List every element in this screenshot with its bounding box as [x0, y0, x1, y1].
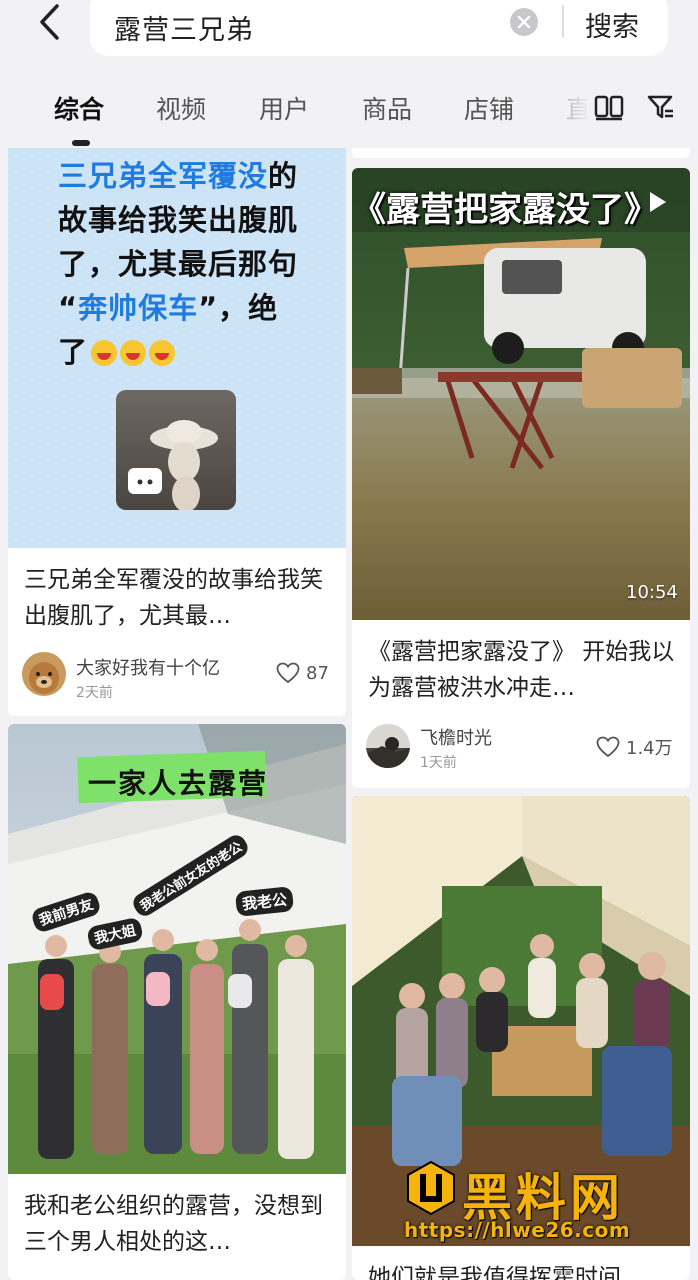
video-caption-text: 《露营把家露没了》	[352, 190, 658, 230]
like-button[interactable]: 87	[276, 662, 329, 684]
laughing-emoji-icon	[120, 340, 147, 366]
card-title[interactable]: 《露营把家露没了》 开始我以为露营被洪水冲走…	[368, 634, 676, 706]
card-cover-image: 《露营把家露没了》 10:54	[352, 168, 690, 620]
chevron-left-icon	[40, 4, 59, 40]
card-cover-image: 三兄弟全军覆没的 故事给我笑出腹肌 了，尤其最后那句 “奔帅保车”，绝 了	[8, 148, 346, 548]
search-submit-button[interactable]: 搜索	[585, 5, 639, 44]
avatar[interactable]	[366, 724, 410, 768]
tab-fade	[558, 78, 598, 138]
tab-users[interactable]: 用户	[259, 90, 309, 126]
search-box[interactable]: 露营三兄弟 搜索	[90, 0, 668, 56]
like-count: 87	[306, 662, 329, 684]
tab-video[interactable]: 视频	[156, 90, 206, 126]
heart-icon	[276, 662, 300, 684]
card-title[interactable]: 我和老公组织的露营，没想到三个男人相处的这…	[24, 1188, 332, 1260]
search-divider	[562, 5, 564, 37]
card-title[interactable]: 她们就是我值得挥霍时间	[368, 1260, 676, 1280]
card-cover-image: 一家人去露营 我前男友 我大姐 我老公前女友的老公 我老公	[8, 724, 346, 1174]
previous-card-bottom	[352, 148, 690, 158]
video-duration: 10:54	[626, 582, 678, 603]
like-count: 1.4万	[626, 738, 673, 759]
clear-icon	[517, 15, 531, 29]
image-banner-text: 一家人去露营	[88, 767, 269, 800]
watermark: 黑料网 https://hlwe26.com	[404, 1158, 674, 1248]
author-name[interactable]: 大家好我有十个亿	[76, 654, 220, 680]
top-bar: 露营三兄弟 搜索	[0, 0, 698, 60]
play-icon	[650, 192, 666, 212]
active-tab-indicator	[72, 140, 90, 146]
camping-video-thumbnail	[352, 168, 690, 620]
feed-card[interactable]: 《露营把家露没了》 10:54 《露营把家露没了》 开始我以为露营被洪水冲走… …	[352, 168, 690, 788]
clear-search-button[interactable]	[510, 8, 538, 36]
back-button[interactable]	[30, 0, 70, 44]
poster-text: 三兄弟全军覆没的 故事给我笑出腹肌 了，尤其最后那句 “奔帅保车”，绝 了	[58, 159, 299, 369]
feed-card[interactable]: 一家人去露营 我前男友 我大姐 我老公前女友的老公 我老公 我和老公组织的露营，…	[8, 724, 346, 1280]
laughing-emoji-icon	[149, 340, 176, 366]
author-name[interactable]: 飞檐时光	[420, 724, 492, 750]
tab-shops[interactable]: 店铺	[464, 90, 514, 126]
watermark-url: https://hlwe26.com	[404, 1218, 631, 1242]
feed-card[interactable]: 三兄弟全军覆没的 故事给我笑出腹肌 了，尤其最后那句 “奔帅保车”，绝 了 三兄…	[8, 148, 346, 716]
search-input[interactable]: 露营三兄弟	[114, 8, 254, 47]
tab-products[interactable]: 商品	[362, 90, 412, 126]
search-tabs: 综合 视频 用户 商品 店铺 直	[0, 78, 698, 148]
laughing-emoji-icon	[91, 340, 118, 366]
post-date: 1天前	[420, 755, 457, 771]
heart-icon	[596, 736, 620, 758]
double-column-icon[interactable]	[594, 92, 624, 122]
post-date: 2天前	[76, 685, 113, 701]
avatar[interactable]	[22, 652, 66, 696]
text-poster: 三兄弟全军覆没的 故事给我笑出腹肌 了，尤其最后那句 “奔帅保车”，绝 了	[8, 148, 346, 548]
card-title[interactable]: 三兄弟全军覆没的故事给我笑出腹肌了，尤其最…	[24, 562, 332, 634]
like-button[interactable]: 1.4万	[596, 734, 673, 760]
tab-comprehensive[interactable]: 综合	[54, 90, 104, 126]
filter-icon[interactable]	[646, 92, 676, 122]
dog-photo	[116, 390, 236, 510]
watermark-logo-icon	[407, 1160, 455, 1216]
